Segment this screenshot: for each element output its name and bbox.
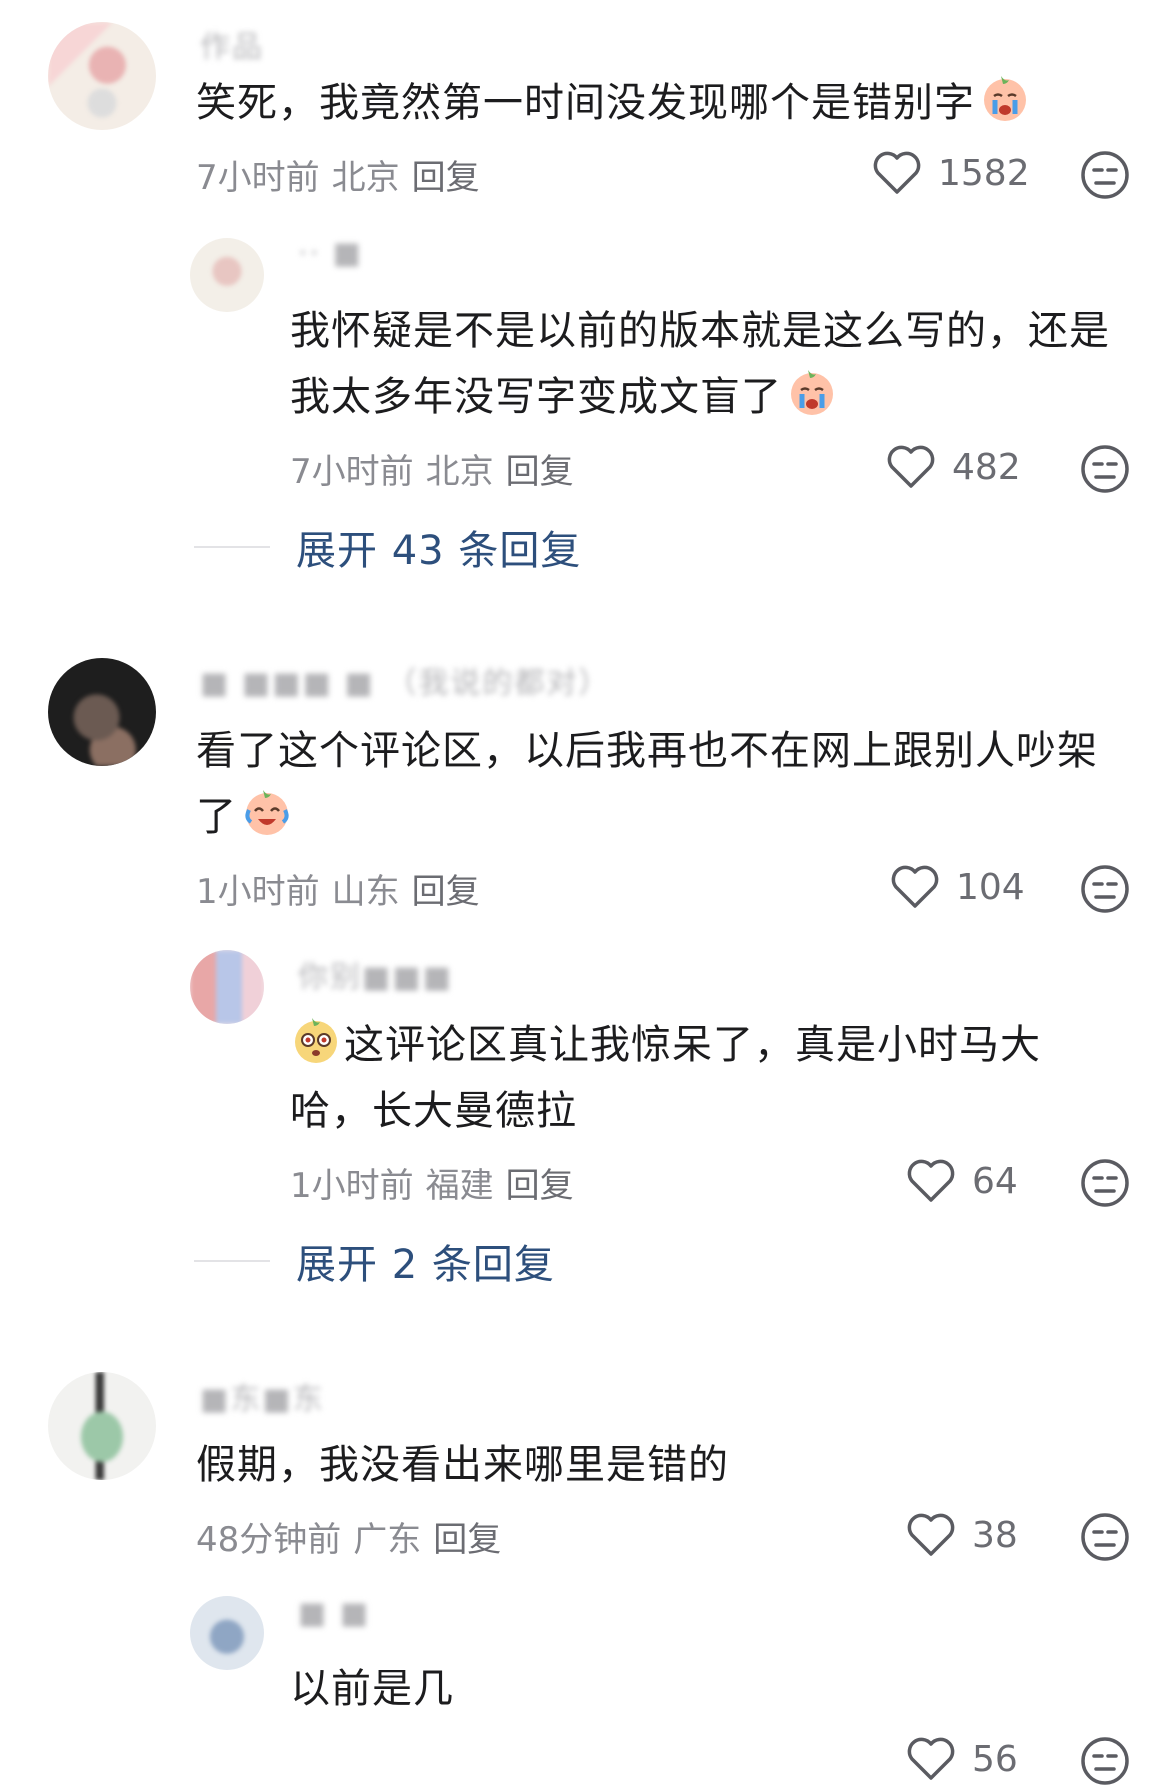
avatar[interactable] xyxy=(190,950,264,1024)
reply-button[interactable]: 回复 xyxy=(412,158,480,198)
comment-meta: 1小时前 山东 回复 xyxy=(196,864,492,913)
divider xyxy=(194,546,270,548)
crying-face-emoji xyxy=(791,370,833,415)
avatar[interactable] xyxy=(48,22,156,130)
divider xyxy=(194,1260,270,1262)
expand-replies-label: 展开 2 条回复 xyxy=(296,1242,555,1288)
reply-button[interactable]: 回复 xyxy=(506,452,574,492)
expand-replies-label: 展开 43 条回复 xyxy=(296,528,582,574)
comment-location: 北京 xyxy=(331,158,400,198)
comment-meta: 7小时前 北京 回复 xyxy=(196,150,492,199)
comment-time: 1小时前 xyxy=(196,872,320,912)
username[interactable]: ■东■东 xyxy=(200,1374,325,1417)
username[interactable]: ■ ■■■ ■ （我说的都对） xyxy=(200,658,610,701)
dislike-face-icon[interactable] xyxy=(1080,444,1130,494)
comment-time: 7小时前 xyxy=(290,452,414,492)
reply-button[interactable]: 回复 xyxy=(412,872,480,912)
avatar[interactable] xyxy=(48,1372,156,1480)
comment-time: 1小时前 xyxy=(290,1166,414,1206)
like-button[interactable]: 56 xyxy=(906,1736,1018,1782)
like-count: 1582 xyxy=(938,152,1030,194)
expand-replies-button[interactable]: 展开 43 条回复 xyxy=(194,518,581,576)
reply-button[interactable]: 回复 xyxy=(433,1520,501,1560)
heart-icon xyxy=(907,1159,955,1202)
comment-text: 我怀疑是不是以前的版本就是这么写的，还是我太多年没写字变成文盲了 xyxy=(290,308,1110,420)
comment-meta: 48分钟前 广东 回复 xyxy=(196,1512,513,1561)
like-button[interactable]: 482 xyxy=(886,444,1021,490)
comment-text: 以前是几 xyxy=(290,1666,454,1712)
like-button[interactable]: 64 xyxy=(906,1158,1018,1204)
laughing-tears-emoji xyxy=(245,790,289,835)
comment-text: 这评论区真让我惊呆了，真是小时马大哈，长大曼德拉 xyxy=(290,1012,1110,1144)
dislike-face-icon[interactable] xyxy=(1080,1512,1130,1562)
heart-icon xyxy=(887,445,935,488)
comment-location: 山东 xyxy=(331,872,400,912)
comment-text: 假期，我没看出来哪里是错的 xyxy=(196,1442,729,1488)
heart-icon xyxy=(891,865,939,908)
username[interactable]: 你别■■■ xyxy=(298,952,453,995)
like-count: 104 xyxy=(956,866,1025,908)
like-button[interactable]: 38 xyxy=(906,1512,1018,1558)
comment-time: 7小时前 xyxy=(196,158,320,198)
comment-text: 笑死，我竟然第一时间没发现哪个是错别字 xyxy=(196,70,1096,136)
heart-icon xyxy=(907,1737,955,1780)
dislike-face-icon[interactable] xyxy=(1080,1736,1130,1786)
comment-meta: 1小时前 福建 回复 xyxy=(290,1158,586,1207)
heart-icon xyxy=(907,1513,955,1556)
dislike-face-icon[interactable] xyxy=(1080,150,1130,200)
like-button[interactable]: 1582 xyxy=(872,150,1030,196)
crying-face-emoji xyxy=(984,76,1026,121)
comment-location: 北京 xyxy=(425,452,494,492)
comment-time: 48分钟前 xyxy=(196,1520,342,1560)
comment-text: 看了这个评论区，以后我再也不在网上跟别人吵架了 xyxy=(196,728,1098,840)
username[interactable]: ■ ■ xyxy=(298,1596,370,1631)
avatar[interactable] xyxy=(48,658,156,766)
shocked-face-emoji xyxy=(295,1018,337,1063)
username[interactable]: 作品 xyxy=(200,22,264,65)
like-count: 56 xyxy=(972,1738,1018,1780)
like-button[interactable]: 104 xyxy=(890,864,1025,910)
like-count: 38 xyxy=(972,1514,1018,1556)
dislike-face-icon[interactable] xyxy=(1080,1158,1130,1208)
username[interactable]: ·· ■ xyxy=(298,236,363,271)
comment-location: 广东 xyxy=(353,1520,422,1560)
dislike-face-icon[interactable] xyxy=(1080,864,1130,914)
avatar[interactable] xyxy=(190,238,264,312)
comment-meta: 7小时前 北京 回复 xyxy=(290,444,586,493)
reply-button[interactable]: 回复 xyxy=(506,1166,574,1206)
like-count: 64 xyxy=(972,1160,1018,1202)
avatar[interactable] xyxy=(190,1596,264,1670)
expand-replies-button[interactable]: 展开 2 条回复 xyxy=(194,1232,555,1290)
heart-icon xyxy=(873,151,921,194)
comment-location: 福建 xyxy=(425,1166,494,1206)
like-count: 482 xyxy=(952,446,1021,488)
